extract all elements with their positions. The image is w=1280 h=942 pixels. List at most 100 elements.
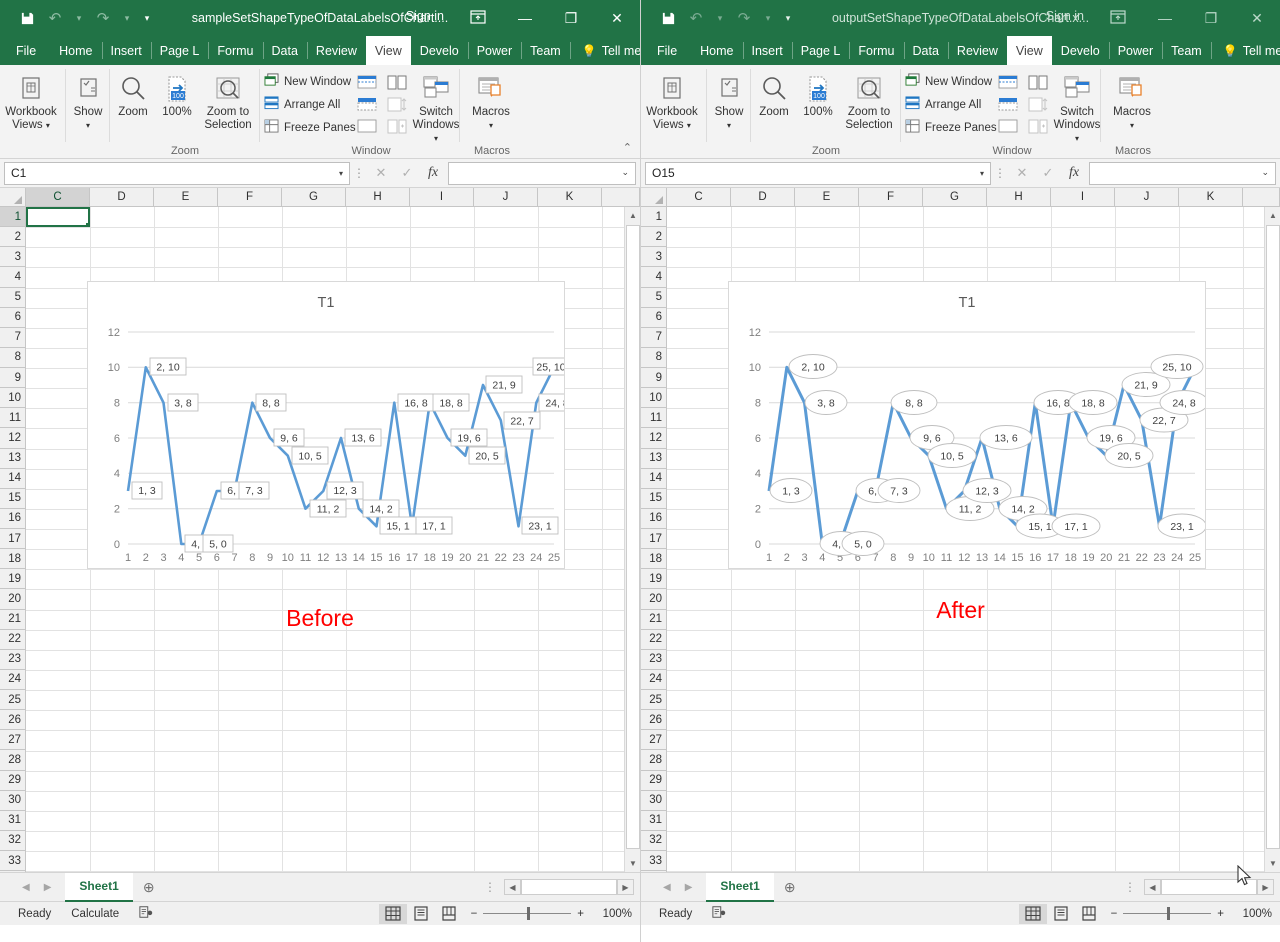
column-header-F[interactable]: F	[859, 188, 923, 206]
insert-function-icon[interactable]: fx	[420, 162, 446, 185]
row-header-3[interactable]: 3	[0, 247, 25, 267]
quick-access-toolbar[interactable]: ↶ ▾ ↷ ▾ ▾	[0, 5, 156, 31]
tab-developer[interactable]: Develo	[1052, 36, 1109, 65]
column-header-C[interactable]: C	[26, 188, 90, 206]
horizontal-scrollbar[interactable]: ◀ ▶	[504, 879, 640, 895]
zoom-slider[interactable]: − +	[1103, 908, 1232, 920]
row-header-17[interactable]: 17	[641, 529, 666, 549]
row-header-18[interactable]: 18	[641, 549, 666, 569]
tab-power[interactable]: Power	[468, 36, 521, 65]
horizontal-scroll-thumb[interactable]	[1161, 879, 1257, 895]
tab-power[interactable]: Power	[1109, 36, 1162, 65]
redo-dropdown-icon[interactable]: ▾	[118, 5, 136, 31]
row-header-15[interactable]: 15	[641, 489, 666, 509]
column-header-G[interactable]: G	[282, 188, 346, 206]
row-header-27[interactable]: 27	[0, 730, 25, 750]
formula-bar-grip[interactable]: ⋮	[991, 166, 1009, 180]
sheet-nav-arrows[interactable]: ◀ ▶	[641, 882, 706, 893]
row-header-18[interactable]: 18	[0, 549, 25, 569]
name-box-caret-icon[interactable]: ▾	[339, 169, 343, 178]
zoom-in-icon[interactable]: +	[1217, 908, 1224, 920]
sheet-nav-arrows[interactable]: ◀ ▶	[0, 882, 65, 893]
column-header-C[interactable]: C	[667, 188, 731, 206]
column-header-D[interactable]: D	[90, 188, 154, 206]
hscroll-right-icon[interactable]: ▶	[1257, 879, 1274, 895]
row-header-9[interactable]: 9	[0, 368, 25, 388]
freeze-panes-button[interactable]: Freeze Panes ▾	[901, 117, 993, 138]
column-header-I[interactable]: I	[410, 188, 474, 206]
vertical-scroll-thumb[interactable]	[626, 225, 640, 849]
row-header-33[interactable]: 33	[641, 851, 666, 871]
switch-windows-button[interactable]: SwitchWindows ▾	[412, 69, 460, 146]
row-header-7[interactable]: 7	[641, 328, 666, 348]
maximize-button[interactable]: ❐	[1188, 0, 1234, 36]
row-header-5[interactable]: 5	[641, 288, 666, 308]
chart-before[interactable]: T1 12 10 8 6 4	[87, 281, 565, 569]
sign-in-button[interactable]: Sign in	[1046, 9, 1084, 23]
tab-insert[interactable]: Insert	[743, 36, 792, 65]
vertical-scroll-thumb[interactable]	[1266, 225, 1280, 849]
column-header-J[interactable]: J	[474, 188, 538, 206]
row-header-9[interactable]: 9	[641, 368, 666, 388]
row-header-13[interactable]: 13	[0, 449, 25, 469]
macros-button[interactable]: Macros▾	[460, 69, 522, 132]
row-header-10[interactable]: 10	[0, 388, 25, 408]
zoom-button[interactable]: Zoom	[751, 69, 797, 119]
row-header-15[interactable]: 15	[0, 489, 25, 509]
undo-icon[interactable]: ↶	[683, 5, 709, 31]
enter-formula-icon[interactable]: ✓	[394, 162, 420, 185]
insert-function-icon[interactable]: fx	[1061, 162, 1087, 185]
column-header-J[interactable]: J	[1115, 188, 1179, 206]
sheet-tab-sheet1[interactable]: Sheet1	[706, 873, 773, 902]
view-side-by-side-icon[interactable]	[1026, 73, 1050, 91]
row-header-30[interactable]: 30	[0, 791, 25, 811]
row-header-12[interactable]: 12	[641, 428, 666, 448]
undo-icon[interactable]: ↶	[42, 5, 68, 31]
row-header-1[interactable]: 1	[0, 207, 25, 227]
add-sheet-icon[interactable]: ⊕	[774, 879, 806, 896]
row-header-31[interactable]: 31	[0, 811, 25, 831]
tell-me-box[interactable]: 💡 Tell me	[570, 36, 640, 65]
row-header-24[interactable]: 24	[0, 670, 25, 690]
page-break-preview-button[interactable]	[435, 904, 463, 924]
hscroll-right-icon[interactable]: ▶	[617, 879, 634, 895]
tab-home[interactable]: Home	[50, 36, 101, 65]
show-button[interactable]: Show▾	[707, 69, 751, 132]
macros-button[interactable]: Macros▾	[1101, 69, 1163, 132]
unhide-window-icon[interactable]	[996, 117, 1020, 135]
redo-dropdown-icon[interactable]: ▾	[759, 5, 777, 31]
formula-bar-grip[interactable]: ⋮	[350, 166, 368, 180]
cancel-formula-icon[interactable]: ✕	[368, 162, 394, 185]
row-header-25[interactable]: 25	[0, 690, 25, 710]
formula-expand-icon[interactable]: ⌄	[621, 167, 629, 178]
minimize-button[interactable]: —	[502, 0, 548, 36]
show-button[interactable]: Show▾	[66, 69, 110, 132]
row-header-24[interactable]: 24	[641, 670, 666, 690]
hide-window-icon[interactable]	[996, 95, 1020, 113]
tab-file[interactable]: File	[641, 36, 691, 65]
vertical-scrollbar[interactable]: ▲ ▼	[624, 207, 640, 872]
sheet-next-icon[interactable]: ▶	[44, 882, 52, 893]
workbook-views-button[interactable]: WorkbookViews ▾	[0, 69, 62, 132]
name-box-caret-icon[interactable]: ▾	[980, 169, 984, 178]
ribbon-display-options-icon[interactable]	[468, 8, 488, 26]
column-header-H[interactable]: H	[346, 188, 410, 206]
zoom-100-button[interactable]: 100 100%	[797, 69, 839, 119]
column-header-D[interactable]: D	[731, 188, 795, 206]
column-header-K[interactable]: K	[538, 188, 602, 206]
row-header-11[interactable]: 11	[0, 408, 25, 428]
row-header-16[interactable]: 16	[641, 509, 666, 529]
page-break-preview-button[interactable]	[1075, 904, 1103, 924]
minimize-button[interactable]: —	[1142, 0, 1188, 36]
zoom-percent-label[interactable]: 100%	[1232, 908, 1272, 920]
column-header-G[interactable]: G	[923, 188, 987, 206]
row-header-8[interactable]: 8	[0, 348, 25, 368]
sheetbar-grip[interactable]: ⋮	[1116, 880, 1144, 894]
tab-formulas[interactable]: Formu	[208, 36, 262, 65]
tab-data[interactable]: Data	[263, 36, 307, 65]
row-header-28[interactable]: 28	[641, 750, 666, 770]
row-header-4[interactable]: 4	[0, 267, 25, 287]
zoom-slider[interactable]: − +	[463, 908, 592, 920]
row-header-19[interactable]: 19	[641, 569, 666, 589]
undo-dropdown-icon[interactable]: ▾	[70, 5, 88, 31]
